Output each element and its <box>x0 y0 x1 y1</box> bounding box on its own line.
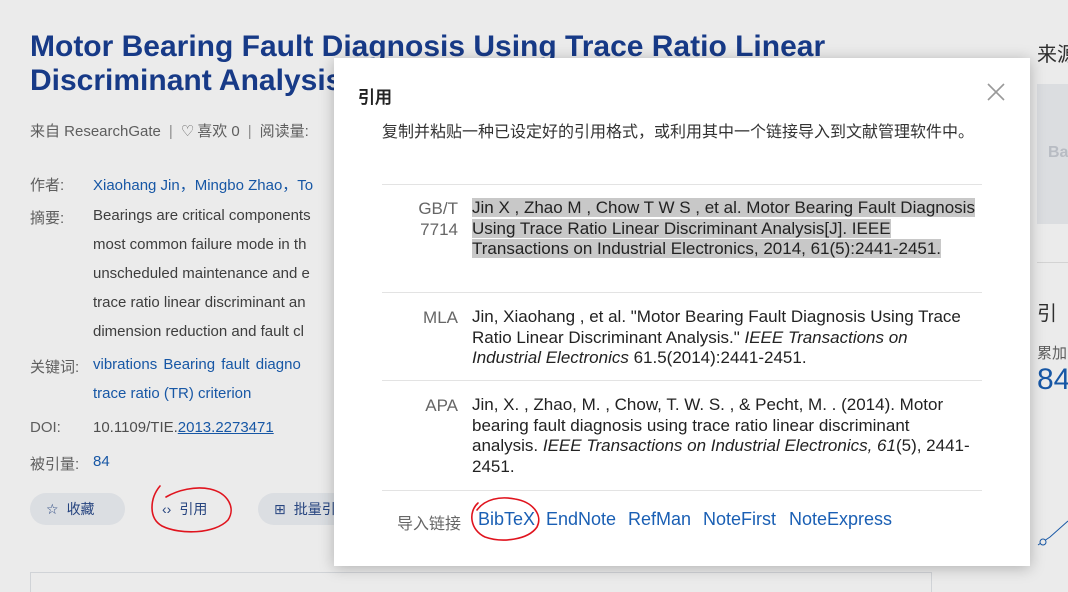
citation-selected-text: Jin X , Zhao M , Chow T W S , et al. Mot… <box>472 198 975 259</box>
import-label: 导入链接 <box>397 516 462 533</box>
import-link-notefirst[interactable]: NoteFirst <box>703 509 776 530</box>
citation-label-line: GB/T <box>418 199 458 218</box>
citation-label-gbt: GB/T 7714 <box>402 198 458 240</box>
citation-text-gbt[interactable]: Jin X , Zhao M , Chow T W S , et al. Mot… <box>472 198 980 260</box>
import-link-refman[interactable]: RefMan <box>628 509 691 530</box>
cite-modal: 引用 复制并粘贴一种已设定好的引用格式，或利用其中一个链接导入到文献管理软件中。… <box>334 58 1030 566</box>
modal-title: 引用 <box>358 88 392 107</box>
page-root: Motor Bearing Fault Diagnosis Using Trac… <box>0 0 1068 592</box>
citation-text-apa[interactable]: Jin, X. , Zhao, M. , Chow, T. W. S. , & … <box>472 395 980 477</box>
import-link-noteexpress[interactable]: NoteExpress <box>789 509 892 530</box>
citation-text-part: 61.5(2014):2441-2451. <box>628 348 807 368</box>
citation-row-gbt: GB/T 7714 Jin X , Zhao M , Chow T W S , … <box>382 184 982 292</box>
close-icon[interactable] <box>984 80 1008 104</box>
modal-description: 复制并粘贴一种已设定好的引用格式，或利用其中一个链接导入到文献管理软件中。 <box>382 124 975 141</box>
citation-label-line: 7714 <box>420 220 458 239</box>
citation-journal-italic: IEEE Transactions on Industrial Electron… <box>542 436 896 456</box>
citation-label-apa: APA <box>425 396 458 415</box>
import-link-endnote[interactable]: EndNote <box>546 509 616 530</box>
import-links-row: 导入链接 BibTeX EndNote RefMan NoteFirst Not… <box>382 490 982 550</box>
citation-text-mla[interactable]: Jin, Xiaohang , et al. "Motor Bearing Fa… <box>472 307 980 369</box>
citation-row-apa: APA Jin, X. , Zhao, M. , Chow, T. W. S. … <box>382 380 982 490</box>
citation-label-mla: MLA <box>423 308 458 327</box>
citation-row-mla: MLA Jin, Xiaohang , et al. "Motor Bearin… <box>382 292 982 380</box>
import-link-bibtex[interactable]: BibTeX <box>478 509 535 530</box>
